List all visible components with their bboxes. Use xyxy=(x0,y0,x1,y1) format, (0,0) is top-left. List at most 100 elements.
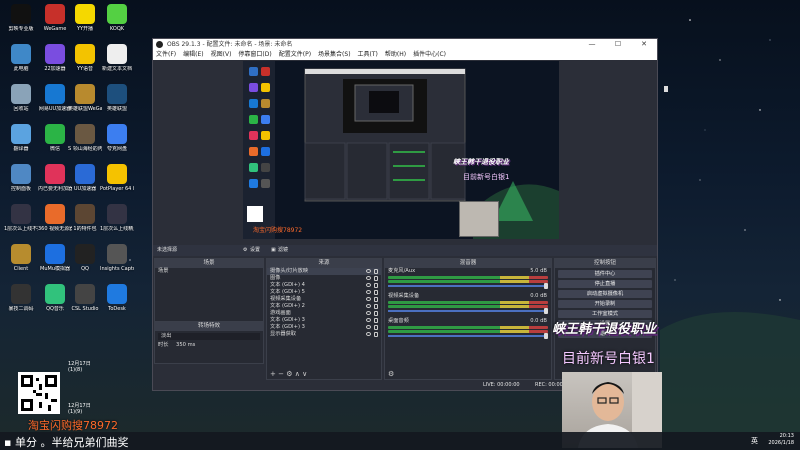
lock-icon[interactable] xyxy=(374,269,378,274)
start-icon[interactable]: ▪ xyxy=(4,436,11,449)
desktop-icon[interactable]: S 领山海经的丙后赛下 xyxy=(68,124,102,152)
desktop-icon[interactable]: QQ音乐 xyxy=(38,284,72,312)
desktop-icon[interactable]: 22加速器 xyxy=(38,44,72,72)
desktop-icon[interactable]: 1的特件包 xyxy=(68,204,102,232)
desktop-icon[interactable]: YY语音 xyxy=(68,44,102,72)
lock-icon[interactable] xyxy=(374,311,378,316)
visibility-eye-icon[interactable] xyxy=(366,332,371,336)
menu-edit[interactable]: 编辑(E) xyxy=(183,50,203,60)
lock-icon[interactable] xyxy=(374,325,378,330)
visibility-eye-icon[interactable] xyxy=(366,318,371,322)
desktop-icon[interactable]: WeGame xyxy=(38,4,72,32)
desktop-icon[interactable]: 1层次么上线不授源 xyxy=(4,204,38,232)
control-button[interactable]: 启动虚拟摄像机 xyxy=(558,290,652,298)
source-item[interactable]: 文本 (GDI+) 4 xyxy=(267,282,381,289)
source-up-icon[interactable]: ∧ xyxy=(295,370,300,378)
desktop-icon[interactable]: 此电脑 xyxy=(4,44,38,72)
duration-input[interactable]: 350 ms xyxy=(176,342,195,348)
properties-gear-icon[interactable]: ⚙ xyxy=(243,245,247,256)
control-button[interactable]: 插件中心 xyxy=(558,270,652,278)
desktop-icon[interactable]: 1层次么上线精灵 xyxy=(100,204,134,232)
source-item[interactable]: 图像 xyxy=(267,275,381,282)
desktop-icon[interactable]: 英雄联盟WeGame版 xyxy=(68,84,102,112)
desktop-icon[interactable]: 夸克网盘 xyxy=(100,124,134,152)
lock-icon[interactable] xyxy=(374,290,378,295)
visibility-eye-icon[interactable] xyxy=(366,276,371,280)
source-item[interactable]: 视频采集设备 xyxy=(267,296,381,303)
visibility-eye-icon[interactable] xyxy=(366,304,371,308)
lock-icon[interactable] xyxy=(374,304,378,309)
desktop-icon[interactable]: 控制面板 xyxy=(4,164,38,192)
desktop-icon[interactable]: Insights Capture xyxy=(100,244,134,272)
system-clock[interactable]: 20:13 2026/1/18 xyxy=(768,433,794,447)
menu-plugin-center[interactable]: 插件中心(C) xyxy=(413,50,446,60)
control-button[interactable]: 开始录制 xyxy=(558,300,652,308)
desktop-icon[interactable]: Client xyxy=(4,244,38,272)
menu-help[interactable]: 帮助(H) xyxy=(385,50,406,60)
maximize-button[interactable]: ☐ xyxy=(605,39,631,50)
menu-file[interactable]: 文件(F) xyxy=(156,50,176,60)
source-item[interactable]: 显示器获取 xyxy=(267,331,381,338)
lock-icon[interactable] xyxy=(374,297,378,302)
visibility-eye-icon[interactable] xyxy=(366,297,371,301)
lock-icon[interactable] xyxy=(374,283,378,288)
obs-window[interactable]: OBS 29.1.3 - 配置文件: 未命名 - 场景: 未命名 — ☐ ✕ 文… xyxy=(152,38,658,391)
source-item[interactable]: 游戏画面 xyxy=(267,310,381,317)
volume-slider[interactable] xyxy=(388,283,548,289)
source-item[interactable]: 文本 (GDI+) 3 xyxy=(267,324,381,331)
volume-slider[interactable] xyxy=(388,308,548,314)
preview-canvas[interactable]: 峡王韩干退役职业 目前新号白银1 淘宝闪购搜78972 xyxy=(243,61,559,239)
desktop-icon[interactable]: KOOK xyxy=(100,4,134,32)
desktop-icon[interactable]: 360 视频无源器1 xyxy=(38,204,72,232)
desktop-icon[interactable]: 微信 xyxy=(38,124,72,152)
source-item[interactable]: 文本 (GDI+) 2 xyxy=(267,303,381,310)
desktop-icon[interactable]: YY开播 xyxy=(68,4,102,32)
desktop-icon[interactable]: ToDesk xyxy=(100,284,134,312)
filters-button[interactable]: 滤镜 xyxy=(278,245,288,256)
visibility-eye-icon[interactable] xyxy=(366,269,371,273)
mixer-settings-icon[interactable]: ⚙ xyxy=(388,370,394,378)
lock-icon[interactable] xyxy=(374,318,378,323)
desktop-icon[interactable]: MuMu模拟器 xyxy=(38,244,72,272)
desktop-icon[interactable]: QQ xyxy=(68,244,102,272)
menu-tools[interactable]: 工具(T) xyxy=(358,50,378,60)
source-settings-icon[interactable]: ⚙ xyxy=(286,370,292,378)
properties-button[interactable]: 设置 xyxy=(250,245,260,256)
desktop-icon[interactable]: 内已要无利加器 xyxy=(38,164,72,192)
desktop-icon[interactable]: 暴技二调码 xyxy=(4,284,38,312)
visibility-eye-icon[interactable] xyxy=(366,311,371,315)
source-down-icon[interactable]: ∨ xyxy=(302,370,307,378)
visibility-eye-icon[interactable] xyxy=(366,325,371,329)
input-language[interactable]: 英 xyxy=(751,436,758,446)
desktop-icon[interactable]: 网易UU加速器 xyxy=(38,84,72,112)
close-button[interactable]: ✕ xyxy=(631,39,657,50)
source-item[interactable]: 文本 (GDI+) 3 xyxy=(267,317,381,324)
volume-slider[interactable] xyxy=(388,333,548,339)
control-button[interactable]: 停止直播 xyxy=(558,280,652,288)
control-button[interactable]: 工作室模式 xyxy=(558,310,652,318)
menu-view[interactable]: 视图(V) xyxy=(211,50,232,60)
visibility-eye-icon[interactable] xyxy=(366,283,371,287)
add-source-icon[interactable]: + xyxy=(270,370,276,378)
source-item[interactable]: 文本 (GDI+) 5 xyxy=(267,289,381,296)
menu-profile[interactable]: 配置文件(P) xyxy=(279,50,311,60)
desktop-icon[interactable]: 剪映专业版 xyxy=(4,4,38,32)
scene-item[interactable]: 场景 xyxy=(155,268,263,275)
desktop-icon[interactable]: UU加速器 xyxy=(68,164,102,192)
desktop-icon[interactable]: CSL Studio xyxy=(68,284,102,312)
source-item[interactable]: 摄像头/灯片放映 xyxy=(267,268,381,275)
desktop-icon[interactable]: 回收站 xyxy=(4,84,38,112)
menu-scene-collection[interactable]: 场景集合(S) xyxy=(318,50,351,60)
desktop-icon[interactable]: 英雄联盟 xyxy=(100,84,134,112)
desktop-icon[interactable]: 翻译器 xyxy=(4,124,38,152)
obs-title-bar[interactable]: OBS 29.1.3 - 配置文件: 未命名 - 场景: 未命名 — ☐ ✕ xyxy=(153,39,657,50)
lock-icon[interactable] xyxy=(374,332,378,337)
visibility-eye-icon[interactable] xyxy=(366,290,371,294)
lock-icon[interactable] xyxy=(374,276,378,281)
desktop-icon[interactable]: PotPlayer 64 bit xyxy=(100,164,134,192)
menu-docks[interactable]: 停靠窗口(D) xyxy=(238,50,271,60)
remove-source-icon[interactable]: − xyxy=(278,370,284,378)
minimize-button[interactable]: — xyxy=(579,39,605,50)
desktop-icon[interactable]: 新建文本文档 xyxy=(100,44,134,72)
transition-select[interactable]: 淡出 xyxy=(158,333,260,340)
